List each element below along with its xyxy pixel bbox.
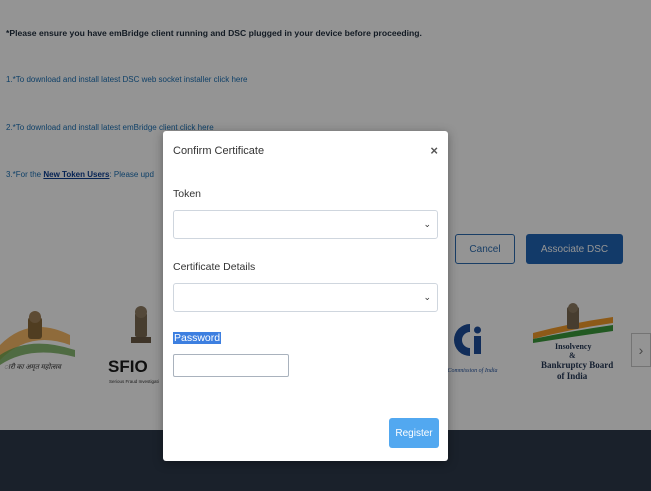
password-label: Password — [173, 332, 222, 344]
certificate-details-label: Certificate Details — [173, 261, 256, 273]
dialog-title: Confirm Certificate — [173, 145, 265, 157]
token-select[interactable]: ⌄ — [173, 210, 438, 239]
confirm-certificate-dialog: Confirm Certificate × Token ⌄ Certificat… — [163, 131, 448, 461]
token-label: Token — [173, 188, 202, 200]
close-icon[interactable]: × — [430, 143, 438, 158]
register-button[interactable]: Register — [389, 418, 439, 448]
certificate-details-select[interactable]: ⌄ — [173, 283, 438, 312]
chevron-down-icon: ⌄ — [423, 219, 431, 229]
page: *Please ensure you have emBridge client … — [0, 0, 651, 491]
chevron-down-icon: ⌄ — [423, 292, 431, 302]
password-input[interactable] — [173, 354, 289, 377]
